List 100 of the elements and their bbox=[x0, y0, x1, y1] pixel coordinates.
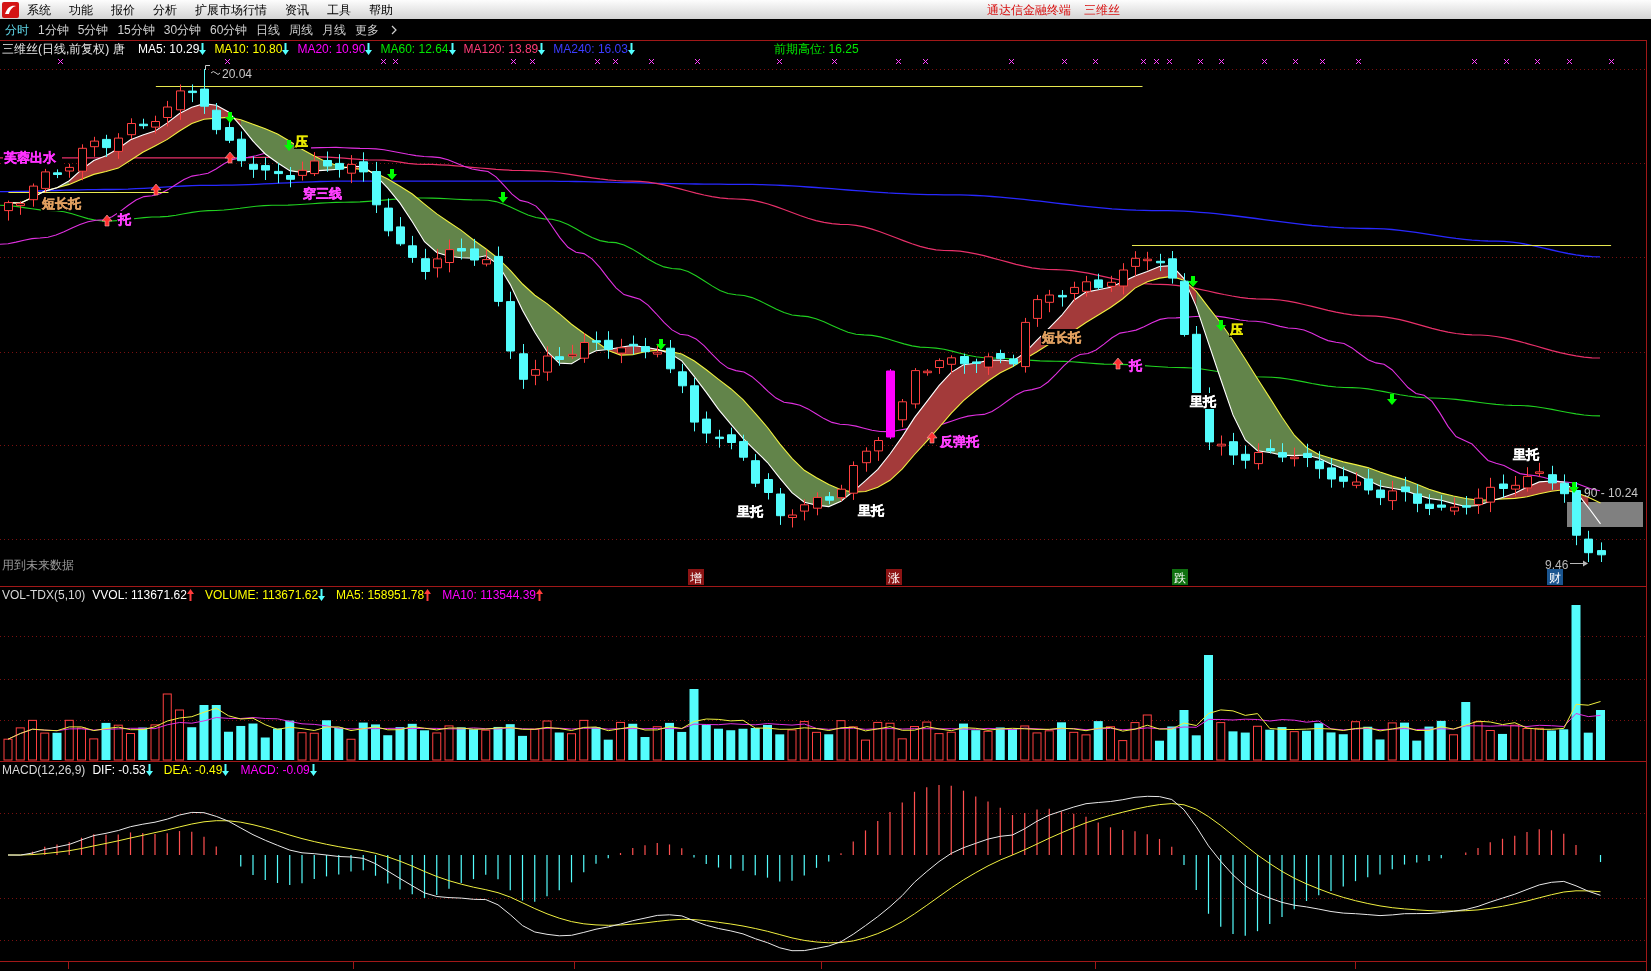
candlestick bbox=[690, 377, 699, 432]
candlestick bbox=[1352, 471, 1361, 489]
x-mark-icon bbox=[895, 58, 902, 65]
candlestick bbox=[1021, 317, 1030, 374]
x-mark-icon bbox=[224, 58, 231, 65]
indicator-name: MACD(12,26,9) bbox=[2, 764, 86, 776]
x-mark-icon bbox=[1092, 58, 1099, 65]
x-mark-icon bbox=[1261, 58, 1268, 65]
candlestick bbox=[653, 343, 662, 358]
candlestick bbox=[1266, 438, 1275, 454]
candlestick bbox=[1462, 495, 1471, 515]
candlestick bbox=[788, 508, 797, 528]
candlestick bbox=[519, 343, 528, 390]
candlestick bbox=[65, 163, 74, 179]
x-mark-icon bbox=[380, 58, 387, 65]
indicator-value: DEA: -0.49 bbox=[163, 764, 223, 776]
pattern-label: 里托 bbox=[858, 503, 884, 518]
period-tab[interactable]: 分时 bbox=[5, 23, 29, 36]
chevron-right-icon bbox=[391, 24, 398, 35]
indicator-value: MA240: 16.03 bbox=[553, 43, 628, 55]
candlestick bbox=[555, 346, 564, 367]
menu-item[interactable]: 帮助 bbox=[369, 3, 393, 16]
x-mark-icon bbox=[694, 58, 701, 65]
candlestick bbox=[947, 354, 956, 374]
x-mark-icon bbox=[1471, 58, 1478, 65]
pattern-label: 托 bbox=[1129, 358, 1142, 373]
menu-item[interactable]: 报价 bbox=[111, 3, 135, 16]
x-mark-icon bbox=[1166, 58, 1173, 65]
candlestick bbox=[1082, 275, 1091, 297]
candlestick bbox=[776, 487, 785, 526]
low-price-label: 9.46 bbox=[1545, 558, 1569, 572]
x-mark-icon bbox=[1566, 58, 1573, 65]
menu-item[interactable]: 分析 bbox=[153, 3, 177, 16]
candlestick bbox=[1597, 541, 1606, 563]
indicator-value: MA10: 113544.39 bbox=[442, 589, 536, 601]
arrow-down-icon bbox=[656, 339, 666, 350]
more-button[interactable]: 更多 bbox=[355, 23, 380, 36]
candlestick bbox=[1131, 250, 1140, 277]
x-mark-icon bbox=[922, 58, 929, 65]
candlestick bbox=[568, 344, 577, 360]
candlestick bbox=[837, 484, 846, 502]
candlestick bbox=[825, 491, 834, 505]
indicator-value: MA20: 10.90 bbox=[297, 43, 366, 55]
x-mark-icon bbox=[392, 58, 399, 65]
candlestick bbox=[898, 398, 907, 428]
period-tab[interactable]: 日线 bbox=[256, 23, 281, 36]
candlestick bbox=[1474, 488, 1483, 515]
menu-item[interactable]: 工具 bbox=[327, 3, 351, 16]
x-mark-icon bbox=[776, 58, 783, 65]
pointer-arrow bbox=[1569, 560, 1588, 567]
period-tab[interactable]: 5分钟 bbox=[77, 23, 109, 36]
candlestick bbox=[298, 161, 307, 181]
candlestick bbox=[764, 472, 773, 500]
indicator-value: MA10: 10.80 bbox=[214, 43, 283, 55]
candlestick bbox=[592, 331, 601, 351]
pattern-label: 短长托 bbox=[42, 196, 81, 211]
candlestick bbox=[1156, 253, 1165, 272]
menu-item[interactable]: 系统 bbox=[27, 3, 51, 16]
candlestick bbox=[310, 151, 319, 177]
arrow-down-icon bbox=[225, 112, 235, 123]
candlestick bbox=[102, 134, 111, 158]
period-tab[interactable]: 周线 bbox=[289, 23, 314, 36]
period-tab[interactable]: 月线 bbox=[322, 23, 347, 36]
period-tab[interactable]: 1分钟 bbox=[38, 23, 69, 36]
candlestick bbox=[641, 337, 650, 359]
arrow-down-icon bbox=[498, 192, 508, 203]
candlestick bbox=[1327, 457, 1336, 489]
candlestick bbox=[127, 117, 136, 140]
period-tab[interactable]: 30分钟 bbox=[163, 23, 202, 36]
indicator-value: DIF: -0.53 bbox=[92, 764, 146, 776]
indicator-value: MA60: 12.64 bbox=[380, 43, 449, 55]
candlestick bbox=[176, 84, 185, 121]
candlestick bbox=[78, 143, 87, 181]
menu-item[interactable]: 功能 bbox=[69, 3, 93, 16]
candlestick bbox=[874, 436, 883, 462]
menu-item[interactable]: 资讯 bbox=[285, 3, 309, 16]
pattern-label: 穿三线 bbox=[303, 186, 342, 201]
candlestick bbox=[200, 68, 209, 115]
candlestick bbox=[960, 353, 969, 375]
candlestick bbox=[604, 330, 613, 360]
candlestick bbox=[1168, 250, 1177, 285]
x-mark-icon bbox=[1355, 58, 1362, 65]
candlestick bbox=[16, 200, 25, 216]
prior-high-value: 前期高位: 16.25 bbox=[773, 43, 859, 55]
candlestick bbox=[188, 83, 197, 103]
period-tab[interactable]: 15分钟 bbox=[117, 23, 155, 36]
candlestick bbox=[617, 338, 626, 364]
period-tab[interactable]: 60分钟 bbox=[210, 23, 248, 36]
x-mark-icon bbox=[1292, 58, 1299, 65]
candlestick bbox=[531, 359, 540, 386]
arrow-down-icon bbox=[387, 169, 397, 180]
chart-title: 三维丝(日线,前复权) 唐 bbox=[2, 43, 126, 55]
candlestick bbox=[1217, 435, 1226, 457]
menu-item[interactable]: 扩展市场行情 bbox=[195, 3, 267, 16]
indicator-value: MA5: 10.29 bbox=[138, 43, 200, 55]
candlestick bbox=[225, 119, 234, 144]
candlestick bbox=[1241, 444, 1250, 470]
candlestick bbox=[1278, 442, 1287, 463]
pattern-label: 反弹托 bbox=[940, 434, 979, 449]
pattern-label: 压 bbox=[295, 134, 308, 149]
